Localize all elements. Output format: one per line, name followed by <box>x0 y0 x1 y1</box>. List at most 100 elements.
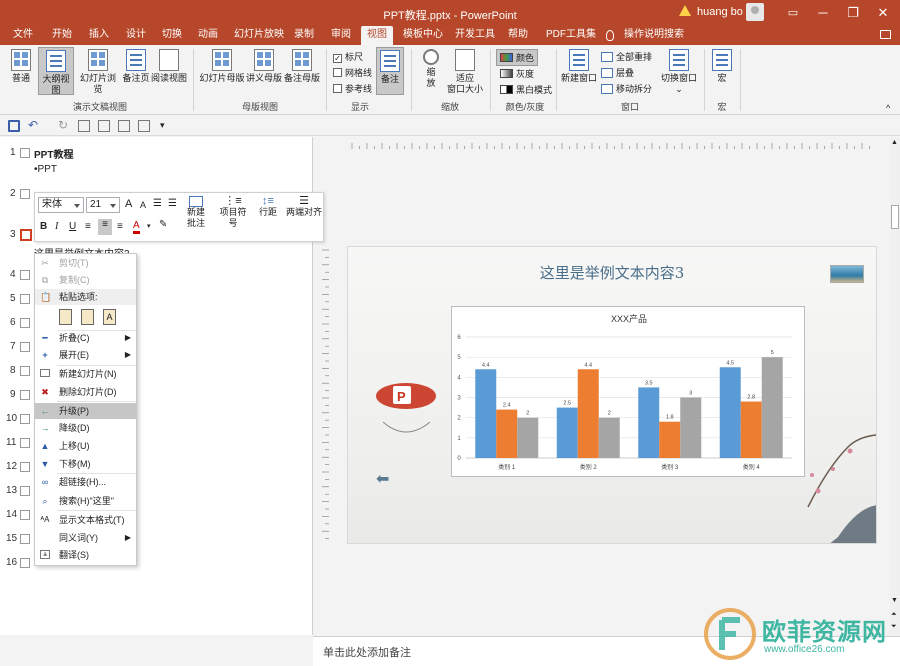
line-spacing-button[interactable]: ↕≡ 行距 <box>255 196 281 218</box>
slide-icon[interactable] <box>20 558 30 568</box>
comments-icon[interactable] <box>880 30 891 39</box>
slide-icon[interactable] <box>20 510 30 520</box>
slide-icon[interactable] <box>20 148 30 158</box>
slide-icon[interactable] <box>20 438 30 448</box>
ruler-checkbox[interactable]: ✓ 标尺 <box>333 50 363 63</box>
tab-home[interactable]: 开始 <box>52 26 72 45</box>
tab-pdf-tools[interactable]: PDF工具集 <box>546 26 596 45</box>
horizontal-ruler[interactable] <box>322 137 900 151</box>
collapse-ribbon-icon[interactable]: ^ <box>886 103 890 113</box>
save-icon[interactable] <box>8 120 20 132</box>
slide-sorter-button[interactable]: 幻灯片浏览 <box>76 49 120 95</box>
arrange-all-button[interactable]: 全部重排 <box>601 50 652 63</box>
black-white-button[interactable]: 黑白模式 <box>500 83 552 96</box>
slide-icon[interactable] <box>20 189 30 199</box>
redo-icon[interactable]: ↻ <box>58 119 70 132</box>
slide-icon[interactable] <box>20 462 30 472</box>
paste-text-only-icon[interactable]: A <box>103 309 116 325</box>
slide-icon[interactable] <box>20 414 30 424</box>
grayscale-button[interactable]: 灰度 <box>500 67 534 80</box>
tab-review[interactable]: 审阅 <box>331 26 351 45</box>
warning-icon[interactable] <box>679 5 691 16</box>
slide-icon[interactable] <box>20 294 30 304</box>
decrease-indent-icon[interactable]: ☰ <box>153 198 162 209</box>
slide-title[interactable]: 这里是举例文本内容3 <box>348 262 876 283</box>
color-mode-button[interactable]: 颜色 <box>496 49 539 66</box>
ribbon-display-button[interactable]: ▭ <box>778 0 808 26</box>
paste-keep-format-icon[interactable] <box>59 309 72 325</box>
reading-view-button[interactable]: 阅读视图 <box>151 49 187 84</box>
align-center-icon[interactable]: ≡ <box>98 219 112 235</box>
slide-icon[interactable] <box>20 534 30 544</box>
menu-item-hyperlink[interactable]: ∞ 超链接(H)... <box>35 474 136 490</box>
slide-canvas[interactable]: 这里是举例文本内容3 P ⬅ XXX产品 0 1 2 3 4 5 6 4.4 2.4 2 类别 1 2.… <box>347 246 877 544</box>
zoom-button[interactable]: 缩放 <box>418 49 444 89</box>
menu-item-copy[interactable]: ⧉ 复制(C) <box>35 272 136 288</box>
tab-design[interactable]: 设计 <box>126 26 146 45</box>
undo-icon[interactable]: ↶ <box>28 119 40 132</box>
slideshow-start-icon[interactable] <box>78 120 90 132</box>
notes-page-button[interactable]: 备注页 <box>121 49 151 84</box>
slide-icon[interactable] <box>20 390 30 400</box>
font-color-button[interactable]: A <box>133 220 140 234</box>
menu-item-expand[interactable]: + 展开(E) ▶ <box>35 347 136 363</box>
menu-item-promote[interactable]: ← 升级(P) <box>35 403 136 419</box>
slide-icon[interactable] <box>20 318 30 328</box>
notes-master-button[interactable]: 备注母版 <box>283 49 321 84</box>
scrollbar-thumb[interactable] <box>891 205 899 229</box>
tab-developer[interactable]: 开发工具 <box>455 26 495 45</box>
print-preview-icon[interactable] <box>118 120 130 132</box>
slide-icon[interactable] <box>20 270 30 280</box>
outline-view-button[interactable]: 大纲视图 <box>38 47 74 95</box>
close-button[interactable]: ✕ <box>868 0 898 26</box>
font-size-select[interactable]: 21 <box>86 197 120 213</box>
slide-icon-selected[interactable] <box>20 229 32 241</box>
menu-item-cut[interactable]: ✂ 剪切(T) <box>35 255 136 271</box>
menu-item-collapse[interactable]: ━ 折叠(C) ▶ <box>35 330 136 346</box>
slide-icon[interactable] <box>20 366 30 376</box>
increase-indent-icon[interactable]: ☰ <box>168 198 177 209</box>
notes-toggle-button[interactable]: 备注 <box>376 47 404 95</box>
handout-master-button[interactable]: 讲义母版 <box>245 49 283 84</box>
slide-icon[interactable] <box>20 342 30 352</box>
normal-view-button[interactable]: 普通 <box>6 49 36 84</box>
paste-merge-format-icon[interactable] <box>81 309 94 325</box>
move-split-button[interactable]: 移动拆分 <box>601 82 652 95</box>
underline-button[interactable]: U <box>69 221 76 232</box>
tab-record[interactable]: 录制 <box>294 26 314 45</box>
tab-transitions[interactable]: 切换 <box>162 26 182 45</box>
slide-master-button[interactable]: 幻灯片母版 <box>199 49 245 84</box>
macros-button[interactable]: 宏 <box>709 49 735 84</box>
menu-item-delete-slide[interactable]: ✖ 删除幻灯片(D) <box>35 384 136 400</box>
menu-item-move-up[interactable]: ▲ 上移(U) <box>35 438 136 454</box>
menu-item-search[interactable]: ⌕ 搜索(H)"这里" <box>35 493 136 509</box>
present-icon[interactable] <box>138 120 150 132</box>
customize-qat-icon[interactable]: ▾ <box>160 120 172 132</box>
outline-bullet[interactable]: •PPT <box>34 164 57 175</box>
chevron-down-icon[interactable]: ▾ <box>147 222 151 230</box>
menu-item-translate[interactable]: a 翻译(S) <box>35 547 136 563</box>
justify-button[interactable]: ☰ 两端对齐 <box>285 196 323 218</box>
switch-windows-button[interactable]: 切换窗口 ⌄ <box>659 49 699 95</box>
menu-item-synonyms[interactable]: 同义词(Y) ▶ <box>35 530 136 546</box>
italic-button[interactable]: I <box>55 221 58 232</box>
grow-font-button[interactable]: A <box>125 198 132 210</box>
chart-frame[interactable]: XXX产品 0 1 2 3 4 5 6 4.4 2.4 2 类别 1 2.5 4.4 2 类别 2 3.5 1.8… <box>451 306 805 477</box>
avatar[interactable] <box>746 3 764 21</box>
slide-icon[interactable] <box>20 486 30 496</box>
bar-chart[interactable]: XXX产品 0 1 2 3 4 5 6 4.4 2.4 2 类别 1 2.5 4.4 2 类别 2 3.5 1.8… <box>452 307 804 476</box>
align-right-icon[interactable]: ≡ <box>117 221 123 232</box>
new-comment-button[interactable]: 新建 批注 <box>183 196 209 229</box>
tab-file[interactable]: 文件 <box>13 26 33 45</box>
vertical-ruler[interactable] <box>318 246 330 544</box>
tab-view[interactable]: 视图 <box>361 26 393 45</box>
minimize-button[interactable]: ─ <box>808 0 838 26</box>
gridlines-checkbox[interactable]: 网格线 <box>333 66 372 79</box>
restore-button[interactable]: ❐ <box>838 0 868 26</box>
landscape-thumbnail-image[interactable] <box>830 265 864 283</box>
tab-insert[interactable]: 插入 <box>89 26 109 45</box>
cascade-button[interactable]: 层叠 <box>601 66 634 79</box>
tell-me-search[interactable]: 操作说明搜索 <box>624 26 684 45</box>
bullets-button[interactable]: ⋮≡ 项目符号 <box>219 196 247 229</box>
bold-button[interactable]: B <box>40 221 47 232</box>
